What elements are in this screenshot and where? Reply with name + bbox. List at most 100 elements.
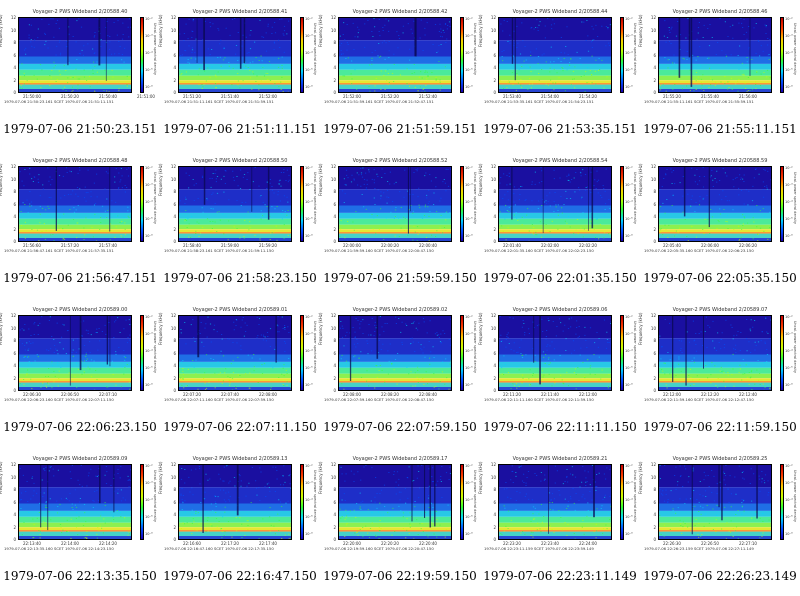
noise-speck	[182, 502, 184, 504]
noise-speck	[218, 379, 220, 381]
colorbar-tick-label: 10⁻²	[625, 17, 633, 21]
noise-speck	[449, 526, 451, 528]
noise-speck	[518, 199, 521, 201]
noise-speck	[71, 465, 73, 466]
y-tick-label: 12	[330, 15, 336, 20]
noise-speck	[719, 370, 721, 372]
noise-speck	[585, 189, 587, 191]
noise-speck	[603, 87, 605, 89]
y-tick-label: 2	[333, 375, 336, 381]
noise-speck	[747, 77, 749, 78]
noise-speck	[667, 237, 669, 238]
noise-speck	[728, 530, 730, 532]
noise-speck	[739, 168, 741, 170]
noise-speck	[274, 533, 276, 535]
noise-speck	[209, 178, 211, 179]
noise-speck	[440, 197, 442, 199]
colorbar-tick-label: 10⁻⁴	[145, 200, 153, 204]
noise-speck	[429, 320, 431, 322]
noise-speck	[509, 34, 511, 36]
noise-speck	[246, 485, 248, 487]
noise-speck	[197, 198, 199, 199]
noise-speck	[278, 499, 280, 501]
noise-speck	[668, 59, 670, 60]
noise-speck	[100, 515, 102, 517]
noise-speck	[354, 532, 356, 534]
noise-speck	[423, 215, 426, 216]
noise-speck	[237, 84, 239, 86]
noise-speck	[569, 181, 571, 183]
noise-speck	[58, 175, 61, 176]
noise-speck	[438, 337, 440, 338]
noise-speck	[585, 477, 587, 479]
noise-speck	[539, 21, 541, 23]
noise-speck	[181, 73, 183, 74]
noise-speck	[124, 367, 126, 368]
noise-speck	[344, 500, 346, 501]
noise-speck	[372, 36, 374, 37]
colorbar-tick-label: 10⁻²	[305, 166, 313, 170]
noise-speck	[567, 328, 570, 329]
spectral-band	[179, 387, 291, 390]
noise-speck	[29, 173, 31, 175]
spectral-band	[19, 530, 131, 532]
noise-speck	[387, 373, 389, 375]
panel-caption: 1979-07-06 21:55:11.151	[643, 122, 797, 136]
noise-speck	[249, 189, 251, 190]
noise-speck	[274, 348, 276, 350]
noise-speck	[65, 70, 67, 71]
noise-speck	[723, 347, 725, 349]
noise-speck	[199, 333, 201, 334]
noise-speck	[727, 488, 729, 490]
noise-speck	[371, 63, 373, 65]
noise-speck	[120, 168, 122, 169]
noise-speck	[114, 53, 116, 55]
noise-speck	[27, 369, 29, 371]
noise-speck	[405, 537, 407, 539]
noise-speck	[98, 529, 100, 531]
noise-speck	[410, 371, 412, 373]
noise-speck	[741, 499, 743, 500]
noise-speck	[89, 341, 91, 343]
noise-speck	[409, 343, 411, 345]
noise-speck	[357, 26, 359, 28]
noise-speck	[674, 475, 676, 476]
noise-speck	[537, 522, 539, 524]
colorbar-tick-label: 10⁻⁶	[785, 85, 793, 89]
noise-speck	[575, 493, 577, 494]
noise-speck	[198, 84, 200, 86]
noise-speck	[746, 338, 748, 339]
noise-speck	[547, 344, 549, 346]
noise-speck	[284, 329, 286, 330]
noise-speck	[732, 24, 734, 26]
noise-speck	[345, 473, 347, 475]
noise-speck	[666, 199, 668, 200]
noise-speck	[743, 203, 745, 205]
noise-speck	[124, 359, 126, 361]
noise-speck	[255, 487, 258, 489]
noise-speck	[93, 182, 95, 184]
noise-speck	[759, 227, 762, 229]
noise-speck	[353, 481, 355, 482]
colorbar-label: Uncal. power spectral density	[633, 23, 637, 75]
noise-speck	[22, 202, 24, 204]
noise-speck	[711, 216, 714, 218]
noise-speck	[583, 21, 585, 23]
noise-speck	[344, 536, 346, 537]
noise-speck	[409, 225, 411, 227]
noise-speck	[224, 531, 226, 533]
noise-speck	[393, 183, 395, 185]
noise-speck	[340, 321, 342, 322]
noise-speck	[206, 336, 208, 338]
noise-speck	[659, 489, 661, 491]
noise-speck	[130, 469, 131, 471]
noise-speck	[128, 167, 130, 169]
colorbar-tick-label: 10⁻⁵	[625, 68, 633, 72]
noise-speck	[209, 54, 211, 55]
noise-speck	[682, 526, 684, 528]
noise-speck	[526, 477, 528, 478]
scet-range: 1979-07-06 21:56:47.161 SCET 1979-07-06 …	[4, 248, 114, 253]
noise-speck	[288, 20, 290, 22]
noise-speck	[115, 215, 117, 217]
noise-speck	[720, 348, 722, 350]
